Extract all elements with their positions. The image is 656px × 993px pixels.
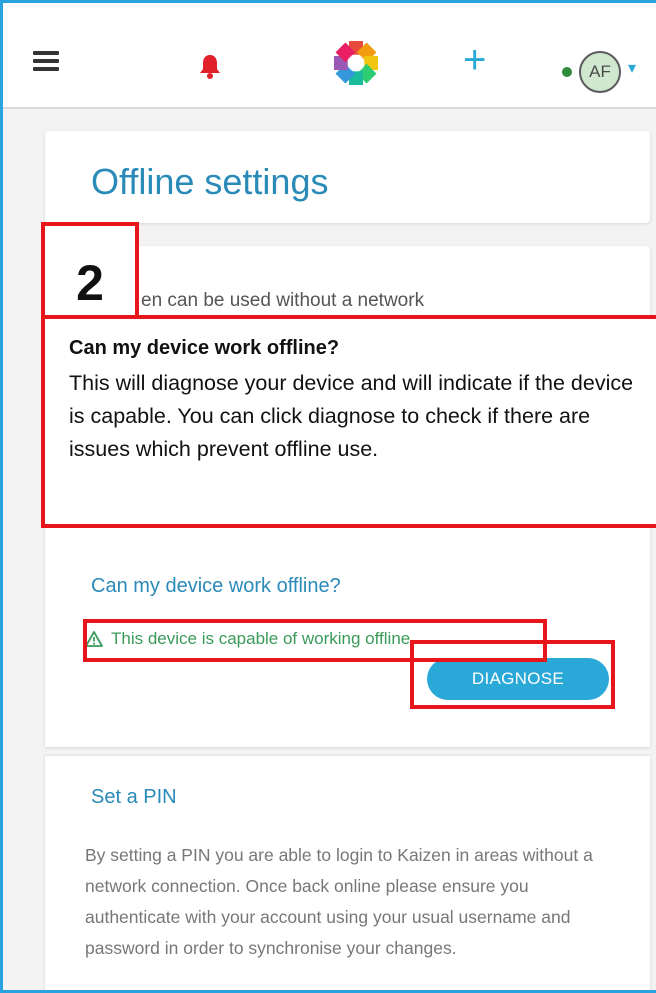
- step-number-badge: 2: [41, 222, 139, 319]
- page-title-card: Offline settings: [45, 131, 650, 223]
- user-avatar[interactable]: AF: [579, 51, 621, 93]
- device-check-title: Can my device work offline?: [91, 575, 341, 597]
- set-pin-section: Set a PIN By setting a PIN you are able …: [45, 755, 650, 990]
- online-status-indicator: [562, 67, 572, 77]
- tooltip-text: This will diagnose your device and will …: [69, 371, 634, 461]
- hamburger-menu-icon[interactable]: [33, 51, 59, 71]
- chevron-down-icon[interactable]: ▾: [628, 58, 636, 78]
- add-button[interactable]: +: [463, 40, 486, 80]
- top-navigation-bar: + AF ▾: [3, 3, 656, 109]
- set-pin-title: Set a PIN: [91, 786, 177, 808]
- app-frame: + AF ▾ Offline settings en can be used w…: [0, 0, 656, 993]
- set-pin-description: By setting a PIN you are able to login t…: [85, 845, 593, 958]
- tooltip-callout: Can my device work offline? This will di…: [41, 315, 656, 528]
- bell-icon[interactable]: [199, 53, 221, 79]
- page-title: Offline settings: [91, 161, 329, 202]
- diagnose-button-highlight: [410, 640, 615, 709]
- offline-intro-text: en can be used without a network: [141, 290, 425, 311]
- tooltip-title: Can my device work offline?: [69, 337, 340, 359]
- app-logo-icon[interactable]: [331, 38, 381, 88]
